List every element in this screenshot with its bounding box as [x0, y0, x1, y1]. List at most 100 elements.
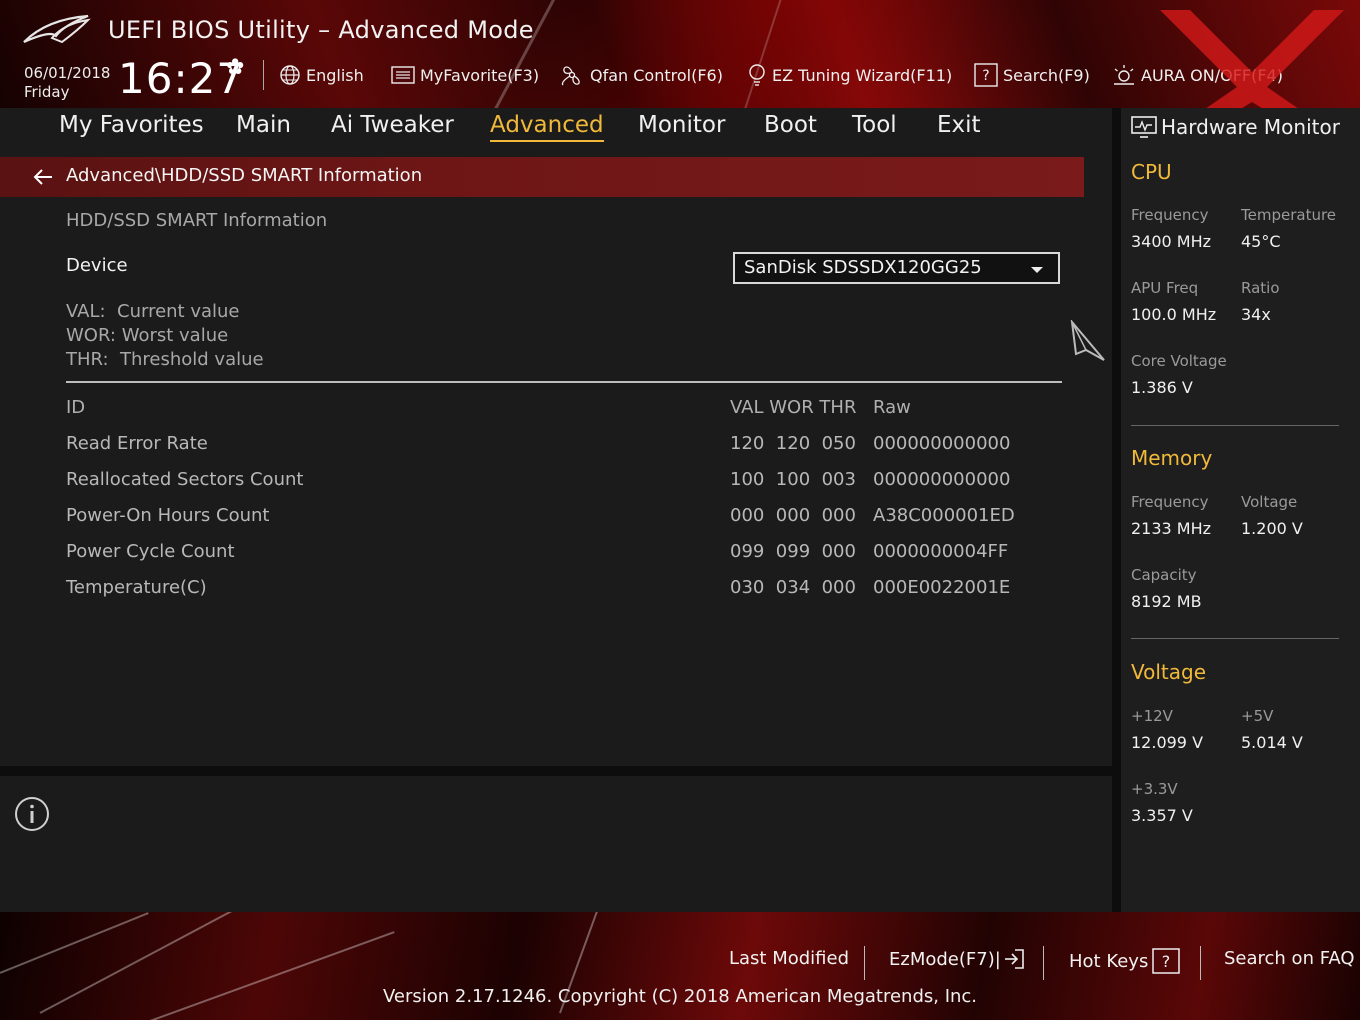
rog-logo-icon — [23, 14, 91, 44]
core-voltage-value: 1.386 V — [1131, 378, 1193, 397]
memory-frequency-value: 2133 MHz — [1131, 519, 1212, 538]
v12-label: +12V — [1131, 707, 1173, 725]
language-button[interactable]: English — [279, 62, 364, 88]
tab-advanced[interactable]: Advanced — [490, 112, 604, 142]
main-panel: Advanced\HDD/SSD SMART Information HDD/S… — [0, 148, 1112, 766]
hot-keys-label: Hot Keys — [1069, 950, 1149, 972]
table-row: Power Cycle Count 099 099 000 0000000004… — [0, 541, 1112, 571]
hardware-monitor-panel: Hardware Monitor CPU Frequency 3400 MHz … — [1121, 108, 1360, 912]
svg-text:?: ? — [982, 68, 989, 84]
tab-ai-tweaker[interactable]: Ai Tweaker — [331, 112, 454, 138]
tab-tool[interactable]: Tool — [852, 112, 897, 138]
tab-monitor[interactable]: Monitor — [638, 112, 725, 138]
device-selected-value: SanDisk SDSSDX120GG25 — [744, 257, 982, 278]
search-button[interactable]: ? Search(F9) — [974, 62, 1090, 88]
attribute-raw: 000000000000 — [873, 433, 1011, 454]
v33-label: +3.3V — [1131, 780, 1178, 798]
day-text: Friday — [24, 83, 70, 101]
memory-frequency-label: Frequency — [1131, 493, 1209, 511]
qfan-control-button[interactable]: Qfan Control(F6) — [559, 62, 723, 88]
core-voltage-label: Core Voltage — [1131, 352, 1227, 370]
attribute-values: 000 000 000 — [730, 505, 856, 526]
tab-boot[interactable]: Boot — [764, 112, 817, 138]
legend-thr: THR: Threshold value — [66, 349, 264, 370]
monitor-icon — [1131, 116, 1157, 138]
memory-section-title: Memory — [1131, 446, 1213, 470]
ratio-label: Ratio — [1241, 279, 1280, 297]
ez-tuning-label: EZ Tuning Wizard(F11) — [772, 65, 953, 85]
info-divider — [0, 766, 1112, 776]
last-modified-button[interactable]: Last Modified — [729, 948, 849, 969]
chevron-down-icon — [1031, 267, 1043, 273]
attribute-values: 030 034 000 — [730, 577, 856, 598]
mouse-pointer-icon — [1070, 320, 1105, 361]
v5-label: +5V — [1241, 707, 1274, 725]
attribute-raw: A38C000001ED — [873, 505, 1015, 526]
hardware-monitor-title: Hardware Monitor — [1161, 115, 1340, 139]
capacity-value: 8192 MB — [1131, 592, 1202, 611]
apu-freq-label: APU Freq — [1131, 279, 1199, 297]
hot-keys-button[interactable]: Hot Keys ? — [1069, 948, 1181, 974]
qfan-label: Qfan Control(F6) — [590, 65, 723, 85]
device-label: Device — [66, 255, 128, 276]
date-text: 06/01/2018 — [24, 64, 111, 82]
v12-value: 12.099 V — [1131, 733, 1204, 752]
date-display: 06/01/2018 Friday — [24, 64, 110, 102]
cpu-section-title: CPU — [1131, 160, 1172, 184]
lightbulb-icon — [747, 63, 767, 87]
breadcrumb-path: Advanced\HDD/SSD SMART Information — [66, 165, 423, 186]
hw-divider — [1112, 108, 1121, 912]
apu-freq-value: 100.0 MHz — [1131, 305, 1217, 324]
table-header: ID VAL WOR THR Raw — [0, 397, 1112, 427]
attribute-name: Power-On Hours Count — [66, 505, 270, 526]
hardware-monitor-header: Hardware Monitor — [1131, 112, 1340, 142]
info-icon — [15, 797, 49, 831]
footer-bar: Last Modified EzMode(F7)| Hot Keys ? Sea… — [0, 912, 1360, 1020]
search-faq-button[interactable]: Search on FAQ — [1224, 948, 1355, 969]
hw-separator — [1131, 638, 1339, 639]
footer-divider — [1200, 946, 1201, 980]
section-title: HDD/SSD SMART Information — [66, 210, 328, 231]
attribute-name: Read Error Rate — [66, 433, 208, 454]
attribute-name: Temperature(C) — [66, 577, 207, 598]
myfavorite-button[interactable]: MyFavorite(F3) — [391, 62, 539, 88]
footer-divider — [864, 946, 865, 980]
gear-icon[interactable]: ✿ — [226, 55, 244, 80]
ez-tuning-wizard-button[interactable]: EZ Tuning Wizard(F11) — [747, 62, 952, 88]
table-row: Temperature(C) 030 034 000 000E0022001E — [0, 577, 1112, 607]
aura-light-icon — [1112, 63, 1136, 87]
question-box-icon: ? — [974, 63, 998, 87]
v5-value: 5.014 V — [1241, 733, 1303, 752]
attribute-name: Reallocated Sectors Count — [66, 469, 304, 490]
attribute-raw: 000E0022001E — [873, 577, 1011, 598]
device-dropdown[interactable]: SanDisk SDSSDX120GG25 — [733, 252, 1060, 284]
window-title: UEFI BIOS Utility – Advanced Mode — [108, 16, 534, 44]
legend-wor: WOR: Worst value — [66, 325, 229, 346]
breadcrumb: Advanced\HDD/SSD SMART Information — [0, 157, 1084, 197]
question-box-icon: ? — [1152, 948, 1181, 974]
hw-separator — [1131, 425, 1339, 426]
header-raw: Raw — [873, 397, 911, 418]
globe-icon — [279, 64, 301, 86]
tab-exit[interactable]: Exit — [937, 112, 981, 138]
version-text: Version 2.17.1246. Copyright (C) 2018 Am… — [382, 986, 978, 1007]
watermark-logo — [1160, 10, 1344, 108]
header-vals: VAL WOR THR — [730, 397, 857, 418]
attribute-values: 100 100 003 — [730, 469, 856, 490]
tab-my-favorites[interactable]: My Favorites — [59, 112, 204, 138]
divider — [66, 381, 1062, 383]
list-icon — [391, 65, 415, 85]
tab-main[interactable]: Main — [236, 112, 291, 138]
cpu-frequency-label: Frequency — [1131, 206, 1209, 224]
ezmode-label: EzMode(F7)| — [889, 948, 1001, 970]
cpu-temperature-value: 45°C — [1241, 232, 1281, 251]
help-info-panel — [0, 776, 1112, 912]
ezmode-button[interactable]: EzMode(F7)| — [889, 948, 1025, 970]
back-arrow-icon[interactable] — [32, 167, 54, 187]
language-label: English — [306, 65, 364, 85]
attribute-name: Power Cycle Count — [66, 541, 235, 562]
search-label: Search(F9) — [1003, 65, 1090, 85]
svg-text:?: ? — [1162, 952, 1171, 971]
attribute-values: 120 120 050 — [730, 433, 856, 454]
exit-arrow-icon — [1004, 949, 1024, 969]
